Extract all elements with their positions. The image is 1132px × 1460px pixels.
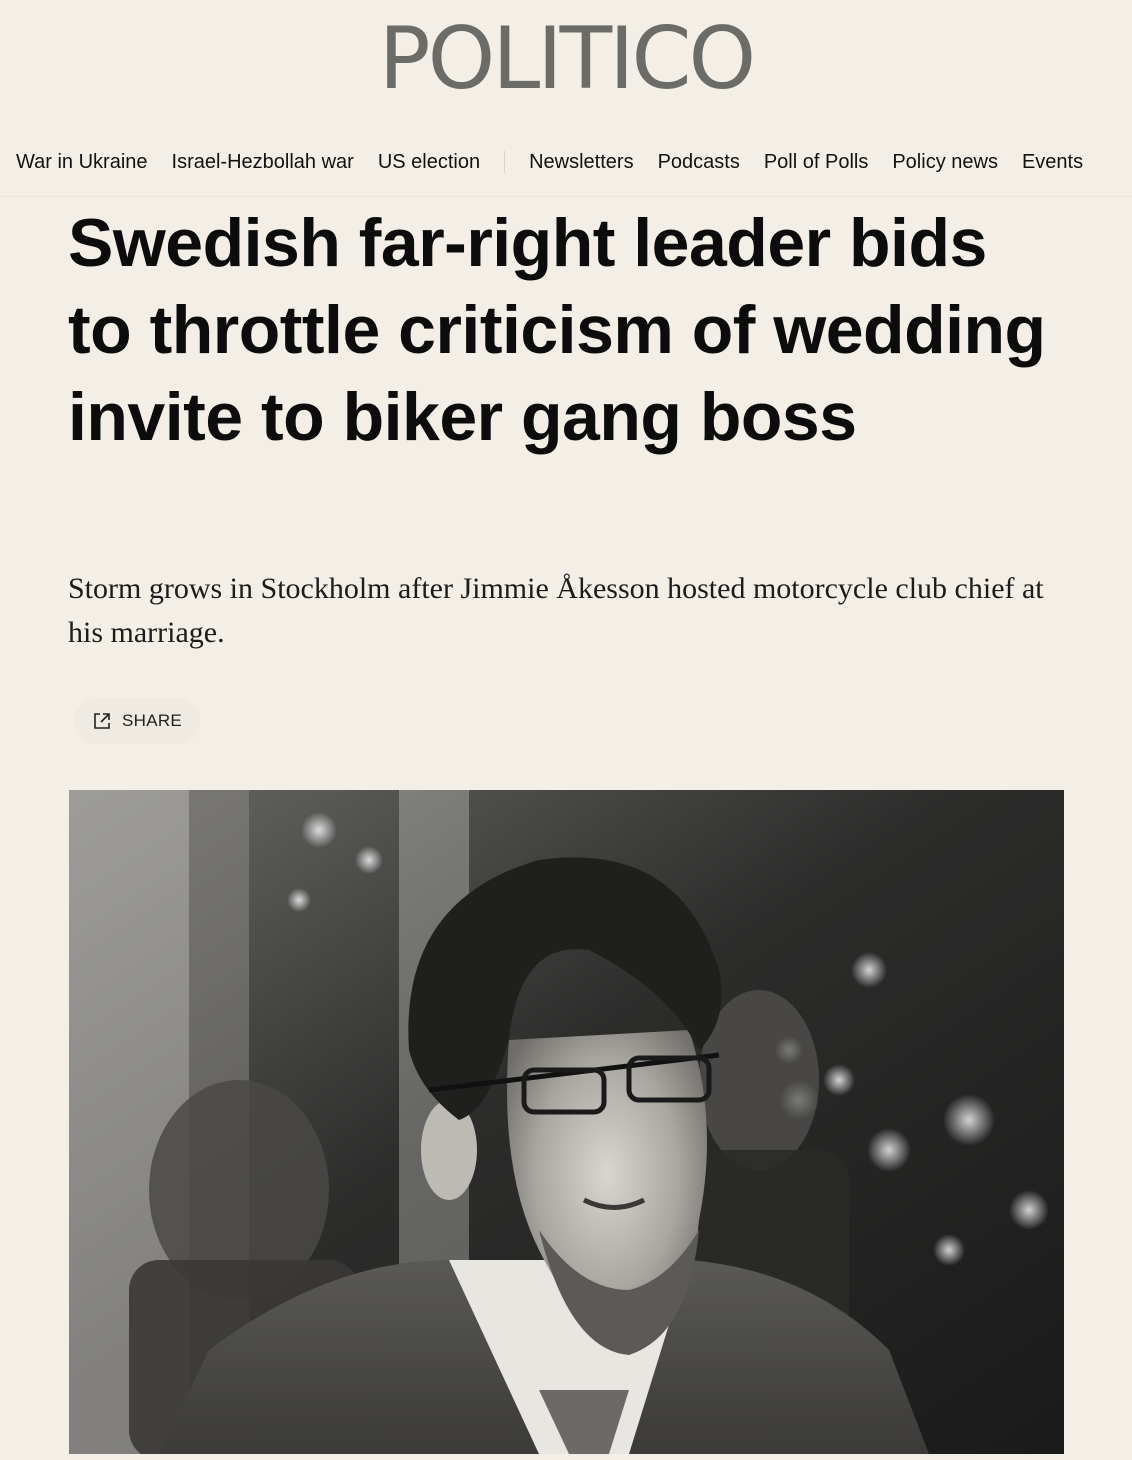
article-subheadline: Storm grows in Stockholm after Jimmie Åk…: [68, 572, 1044, 649]
nav-item-podcasts[interactable]: Podcasts: [658, 151, 740, 174]
article-lead-photo: [69, 790, 1064, 1454]
nav-item-newsletters[interactable]: Newsletters: [529, 151, 633, 174]
top-navigation: War in Ukraine Israel-Hezbollah war US e…: [0, 142, 1132, 182]
nav-item-israel-hezbollah-war[interactable]: Israel-Hezbollah war: [172, 151, 354, 174]
nav-divider-line: [0, 196, 1132, 197]
nav-item-events[interactable]: Events: [1022, 151, 1083, 174]
share-external-icon: [92, 711, 112, 731]
nav-item-war-in-ukraine[interactable]: War in Ukraine: [16, 151, 148, 174]
politico-logo[interactable]: POLITICO: [0, 14, 1132, 104]
share-label: SHARE: [122, 711, 183, 730]
article-headline: Swedish far-right leader bids to throttl…: [68, 205, 1046, 455]
nav-item-us-election[interactable]: US election: [378, 151, 480, 174]
share-button[interactable]: SHARE: [74, 698, 201, 744]
nav-item-policy-news[interactable]: Policy news: [892, 151, 998, 174]
nav-divider: [504, 151, 506, 173]
nav-item-poll-of-polls[interactable]: Poll of Polls: [764, 151, 869, 174]
